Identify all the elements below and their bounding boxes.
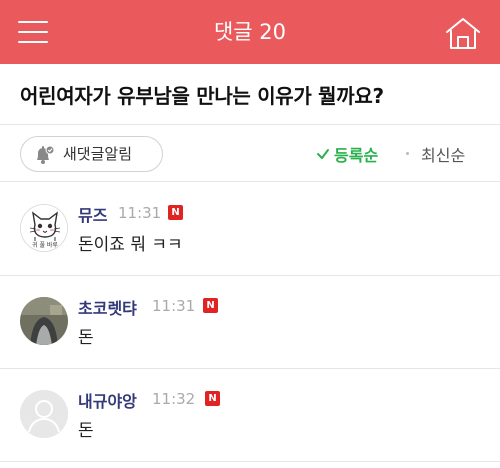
comment-author[interactable]: 초코렛탸 [78, 295, 137, 319]
photo-avatar-icon [20, 297, 68, 345]
post-title: 어린여자가 유부남을 만나는 이유가 뭘까요? [20, 84, 384, 108]
new-badge: N [203, 298, 218, 313]
avatar[interactable]: 귀 풀 바루 [20, 204, 68, 252]
check-icon [316, 146, 330, 160]
comment-item[interactable]: 내규야앙 11:32 N 돈 [0, 368, 500, 460]
avatar[interactable] [20, 390, 68, 438]
new-comment-alert-label: 새댓글알림 [63, 145, 133, 163]
comment-divider [0, 461, 500, 462]
comment-text: 돈 [78, 421, 94, 441]
menu-line [18, 31, 48, 33]
menu-line [18, 41, 48, 43]
hamburger-menu-icon[interactable] [18, 20, 48, 44]
bell-icon [33, 145, 55, 165]
comment-author[interactable]: 내규야앙 [78, 388, 137, 412]
new-badge: N [168, 205, 183, 220]
sort-separator-dot [406, 152, 409, 155]
home-icon[interactable] [444, 16, 482, 50]
default-person-avatar-icon [20, 390, 68, 438]
avatar-caption: 귀 풀 바루 [32, 241, 58, 249]
page-title: 댓글 20 [213, 20, 287, 44]
sort-by-latest-tab[interactable]: 최신순 [421, 142, 465, 166]
comment-item[interactable]: 귀 풀 바루 뮤즈 11:31 N 돈이죠 뭐 ㅋㅋ [0, 182, 500, 274]
new-badge: N [205, 391, 220, 406]
comment-text: 돈이죠 뭐 ㅋㅋ [78, 235, 183, 255]
comment-time: 11:31 [118, 204, 162, 222]
comment-time: 11:31 [152, 297, 196, 315]
new-comment-alert-button[interactable]: 새댓글알림 [20, 136, 163, 172]
top-app-bar: 댓글 20 [0, 0, 500, 64]
menu-line [18, 21, 48, 23]
comment-item[interactable]: 초코렛탸 11:31 N 돈 [0, 275, 500, 367]
sort-by-registered-tab[interactable]: 등록순 [334, 142, 378, 166]
avatar[interactable] [20, 297, 68, 345]
divider [0, 124, 500, 125]
comment-author[interactable]: 뮤즈 [78, 202, 107, 226]
comment-time: 11:32 [152, 390, 196, 408]
comment-text: 돈 [78, 328, 94, 348]
cat-sketch-avatar-icon: 귀 풀 바루 [21, 205, 67, 251]
